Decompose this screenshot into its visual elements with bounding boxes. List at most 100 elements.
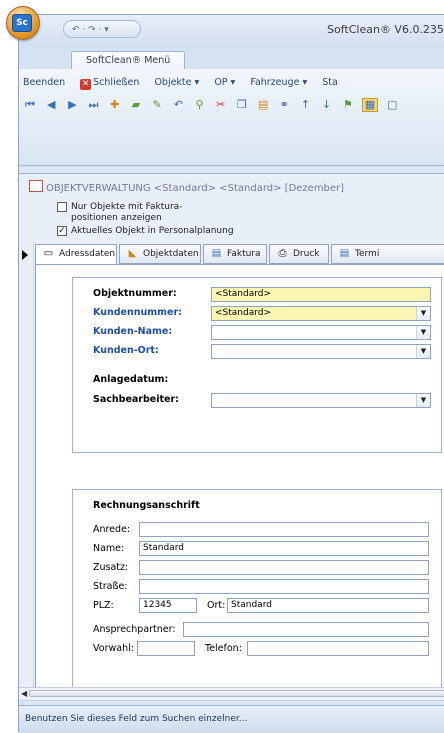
undo-icon[interactable]: ↶ [171, 99, 185, 111]
quick-access-toolbar[interactable]: ↶ · ↷ · ▾ [63, 20, 141, 38]
find-icon[interactable]: ⚭ [277, 99, 291, 111]
softclean-logo-icon: Sc [12, 14, 32, 32]
printer-icon: ⎙ [278, 248, 287, 259]
anrede-field[interactable] [139, 522, 429, 537]
status-text: Benutzen Sie dieses Feld zum Suchen einz… [25, 714, 248, 724]
telefon-field[interactable] [247, 641, 429, 656]
cut-icon[interactable]: ✂ [214, 99, 228, 111]
last-record-icon[interactable]: ⏭ [87, 99, 101, 111]
document-window: OBJEKTVERWALTUNG <Standard> <Standard> [… [19, 173, 444, 695]
menu-objekte[interactable]: Objekte ▾ [154, 77, 199, 88]
copy-icon[interactable]: ❐ [235, 99, 249, 111]
label-sachbearbeiter: Sachbearbeiter: [93, 394, 179, 405]
kundennummer-select[interactable]: <Standard> ▼ [211, 306, 431, 321]
zusatz-field[interactable] [139, 560, 429, 575]
tab-faktura[interactable]: ▤ Faktura [203, 244, 267, 264]
kundennummer-value: <Standard> [215, 308, 272, 318]
status-bar: Benutzen Sie dieses Feld zum Suchen einz… [19, 705, 444, 733]
horizontal-scrollbar[interactable]: ◀ [19, 687, 444, 701]
address-card-icon: ▭ [43, 248, 54, 259]
label-telefon: Telefon: [205, 643, 242, 654]
checkbox-only-billing-objects[interactable]: Nur Objekte mit Faktura- positionen anze… [57, 202, 182, 224]
menu-fahrzeuge[interactable]: Fahrzeuge ▾ [250, 77, 307, 88]
label-vorwahl: Vorwahl: [93, 643, 134, 654]
save-icon[interactable]: ▰ [129, 99, 143, 111]
vorwahl-field[interactable] [137, 641, 195, 656]
label-ort: Ort: [207, 600, 226, 611]
tab-termine[interactable]: ▤ Termi [331, 244, 444, 264]
window-title: SoftClean® V6.0.235 [327, 23, 444, 36]
checkbox-current-object-staff-planning[interactable]: ✓ Aktuelles Objekt in Personalplanung [57, 226, 234, 237]
edit-icon[interactable]: ✎ [150, 99, 164, 111]
menu-beenden[interactable]: Beenden [23, 77, 65, 88]
billing-address-group: Rechnungsanschrift Anrede: Name: Standar… [72, 489, 442, 695]
billing-heading: Rechnungsanschrift [93, 500, 200, 511]
document-title-text: OBJEKTVERWALTUNG <Standard> <Standard> [… [46, 183, 345, 194]
chevron-down-icon[interactable]: ▼ [416, 307, 430, 320]
document-title: OBJEKTVERWALTUNG <Standard> <Standard> [… [29, 180, 344, 194]
tab-druck[interactable]: ⎙ Druck [269, 244, 329, 264]
label-kundennummer: Kundennummer: [93, 307, 182, 318]
plz-field[interactable]: 12345 [139, 598, 197, 613]
sort-ascending-icon[interactable]: ↑ [298, 99, 312, 111]
menu-schliessen[interactable]: ✕ Schließen [80, 77, 139, 90]
chevron-down-icon[interactable]: ▼ [416, 326, 430, 339]
scroll-left-icon[interactable]: ◀ [21, 689, 27, 698]
record-selector[interactable] [19, 242, 34, 694]
label-zusatz: Zusatz: [93, 562, 129, 573]
menu-op[interactable]: OP ▾ [214, 77, 235, 88]
checkbox-label: Aktuelles Objekt in Personalplanung [71, 226, 234, 236]
more-tools-icon[interactable]: ▢ [385, 99, 399, 111]
tab-softclean-menu[interactable]: SoftClean® Menü [71, 51, 186, 70]
name-field[interactable]: Standard [139, 541, 429, 556]
close-icon: ✕ [80, 79, 92, 90]
new-record-icon[interactable]: ✚ [108, 99, 122, 111]
first-record-icon[interactable]: ⏮ [23, 99, 37, 111]
checkbox-box-checked[interactable]: ✓ [57, 226, 67, 236]
ribbon-toolbar: ⏮ ◀ ▶ ⏭ ✚ ▰ ✎ ↶ ⚲ ✂ ❐ ▤ ⚭ ↑ ↓ ⚑ ▦ ▢ [23, 98, 403, 112]
current-record-arrow-icon [22, 250, 28, 260]
objektnummer-field[interactable]: <Standard> [211, 287, 431, 302]
form-tab-bar: ▭ Adressdaten ◣ Objektdaten ▤ Faktura ⎙ Druc… [35, 244, 444, 265]
label-name: Name: [93, 543, 125, 554]
tab-druck-label: Druck [293, 249, 320, 259]
checkbox-label-line1: Nur Objekte mit Faktura- [71, 202, 183, 212]
label-ansprechpartner: Ansprechpartner: [93, 624, 176, 635]
apply-filter-icon[interactable]: ⚑ [341, 99, 355, 111]
strasse-field[interactable] [139, 579, 429, 594]
label-kunden-name: Kunden-Name: [93, 326, 173, 337]
label-plz: PLZ: [93, 600, 114, 611]
chevron-down-icon[interactable]: ▼ [416, 345, 430, 358]
chevron-down-icon[interactable]: ▼ [416, 394, 430, 407]
paste-icon[interactable]: ▤ [256, 99, 270, 111]
office-button[interactable]: Sc [6, 6, 40, 40]
form-view-icon[interactable]: ▦ [362, 98, 378, 112]
sort-descending-icon[interactable]: ↓ [320, 99, 334, 111]
ribbon-tab-strip: SoftClean® Menü [19, 47, 444, 70]
ort-field[interactable]: Standard [227, 598, 429, 613]
label-objektnummer: Objektnummer: [93, 288, 177, 299]
tab-faktura-label: Faktura [227, 249, 261, 259]
customer-group: Objektnummer: <Standard> Kundennummer: <… [72, 277, 442, 453]
tab-termine-label: Termi [355, 249, 380, 259]
filter-icon[interactable]: ⚲ [193, 99, 207, 111]
tab-adressdaten[interactable]: ▭ Adressdaten [35, 244, 117, 265]
form-icon [29, 180, 43, 192]
invoice-icon: ▤ [211, 248, 222, 259]
ansprechpartner-field[interactable] [183, 622, 429, 637]
kunden-ort-select[interactable]: ▼ [211, 344, 431, 359]
tab-objektdaten-label: Objektdaten [143, 249, 199, 259]
menu-sta[interactable]: Sta [322, 77, 338, 88]
label-anrede: Anrede: [93, 524, 131, 535]
previous-record-icon[interactable]: ◀ [44, 99, 58, 111]
tab-objektdaten[interactable]: ◣ Objektdaten [119, 244, 201, 264]
label-strasse: Straße: [93, 581, 128, 592]
checkbox-box-unchecked[interactable] [57, 202, 67, 212]
tab-adressdaten-label: Adressdaten [59, 249, 116, 259]
ribbon: Beenden ✕ Schließen Objekte ▾ OP ▾ Fahrze… [19, 69, 444, 166]
scrollbar-thumb[interactable] [29, 690, 444, 697]
kunden-name-select[interactable]: ▼ [211, 325, 431, 340]
sachbearbeiter-select[interactable]: ▼ [211, 393, 431, 408]
checkbox-label-line2: positionen anzeigen [71, 213, 162, 223]
next-record-icon[interactable]: ▶ [65, 99, 79, 111]
